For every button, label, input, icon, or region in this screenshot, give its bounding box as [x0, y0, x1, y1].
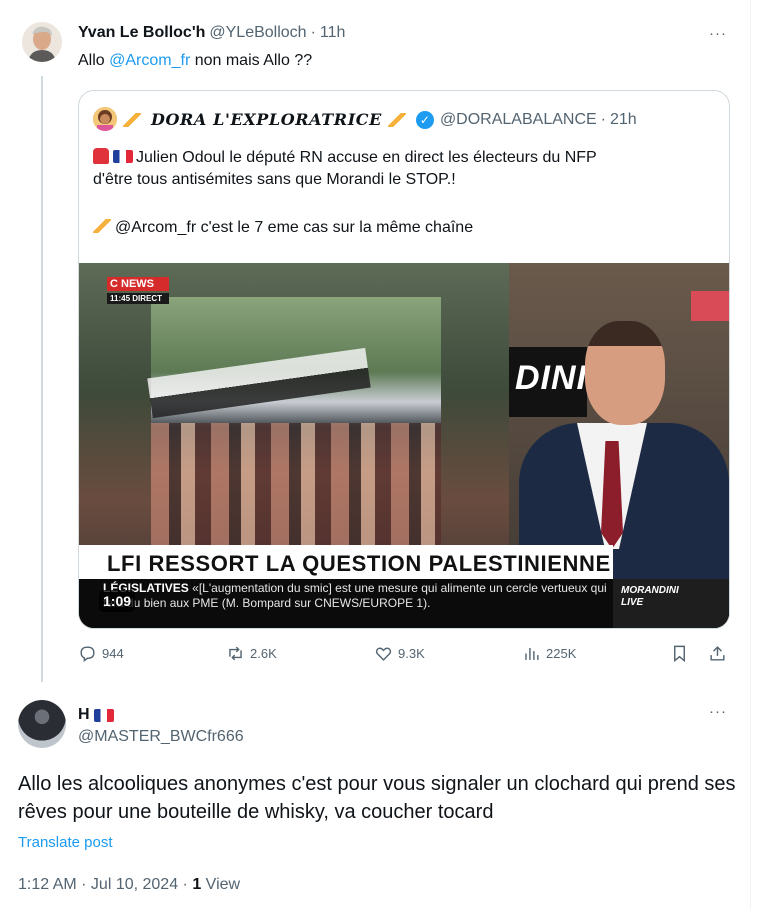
- mention-link[interactable]: @Arcom_fr: [109, 52, 190, 69]
- quote-line-3: @Arcom_fr c'est le 7 eme cas sur la même…: [93, 219, 473, 237]
- bar-chart-icon: [525, 647, 539, 660]
- show-title: MORANDINI: [621, 585, 679, 596]
- quote-line-3-text: @Arcom_fr c'est le 7 eme cas sur la même…: [115, 219, 474, 236]
- quote-line-1-text: Julien Odoul le député RN accuse en dire…: [136, 149, 597, 166]
- share-button[interactable]: [708, 644, 732, 663]
- verified-badge-icon: ✓: [415, 110, 434, 129]
- bookmark-icon: [674, 645, 685, 663]
- siren-icon: [93, 148, 109, 164]
- reply-views-label: View: [201, 876, 241, 893]
- writing-hand-icon: [93, 219, 111, 233]
- share-icon: [710, 646, 725, 661]
- quote-line-2: d'être tous antisémites sans que Morandi…: [93, 171, 456, 188]
- more-options-icon[interactable]: ···: [706, 26, 730, 46]
- video-player[interactable]: DINI C NEWS 11:45 DIRECT LFI RESSORT LA …: [79, 263, 729, 628]
- reply-author-handle[interactable]: @MASTER_BWCfr666: [78, 728, 244, 746]
- repost-arrows-icon: [229, 646, 242, 661]
- channel-logo: C NEWS: [107, 277, 169, 291]
- video-headline: LFI RESSORT LA QUESTION PALESTINIENNE: [107, 551, 611, 576]
- views-count: 225K: [546, 646, 577, 661]
- quote-avatar[interactable]: [93, 107, 117, 131]
- bookmark-button[interactable]: [670, 644, 694, 663]
- quote-header: DORA L'EXPLORATRICE ✓ @DORALABALANCE · 2…: [123, 110, 637, 129]
- video-crowd: [151, 423, 441, 547]
- views-button[interactable]: 225K: [522, 644, 576, 663]
- quote-author-handle[interactable]: @DORALABALANCE: [440, 111, 597, 129]
- reply-tweet[interactable]: H ··· @MASTER_BWCfr666 Allo les alcooliq…: [0, 690, 750, 909]
- repost-button[interactable]: 2.6K: [226, 644, 277, 663]
- quote-line-1: Julien Odoul le député RN accuse en dire…: [93, 147, 597, 169]
- show-subtitle: LIVE: [621, 597, 644, 608]
- video-duration: 1:09: [99, 590, 136, 612]
- quoted-tweet[interactable]: DORA L'EXPLORATRICE ✓ @DORALABALANCE · 2…: [78, 90, 730, 629]
- tweet-text-suffix: non mais Allo ??: [190, 52, 313, 69]
- separator: ·: [600, 110, 606, 128]
- quote-author-name[interactable]: DORA L'EXPLORATRICE: [151, 110, 382, 129]
- more-options-icon[interactable]: ···: [706, 704, 730, 724]
- action-bar: 944 2.6K 9.3K 225K: [78, 644, 730, 670]
- reply-author-name[interactable]: H: [78, 706, 90, 724]
- video-screen-text: DINI: [515, 359, 587, 397]
- speech-bubble-icon: [80, 646, 95, 663]
- thread-line: [41, 76, 43, 682]
- tweet-header: Yvan Le Bolloc'h @YLeBolloch · 11h: [78, 24, 345, 42]
- quote-time[interactable]: 21h: [610, 111, 637, 129]
- channel-clock: 11:45 DIRECT: [107, 293, 169, 304]
- reply-time[interactable]: 1:12 AM · Jul 10, 2024 ·: [18, 876, 192, 893]
- tweet-text-prefix: Allo: [78, 52, 110, 69]
- video-presenter-head: [585, 321, 665, 425]
- avatar[interactable]: [22, 22, 62, 62]
- pencil-icon: [123, 112, 141, 127]
- repost-count: 2.6K: [250, 646, 277, 661]
- tweet[interactable]: Yvan Le Bolloc'h @YLeBolloch · 11h ··· A…: [0, 0, 750, 690]
- like-button[interactable]: 9.3K: [374, 644, 425, 663]
- quote-text: Julien Odoul le député RN accuse en dire…: [93, 147, 597, 191]
- video-studio-light: [691, 291, 729, 321]
- pencil-icon: [387, 112, 406, 127]
- video-ticker: LÉGISLATIVES «[L'augmentation du smic] e…: [103, 581, 613, 611]
- heart-icon: [375, 647, 392, 661]
- reply-text: Allo les alcooliques anonymes c'est pour…: [18, 773, 736, 823]
- author-name[interactable]: Yvan Le Bolloc'h: [78, 24, 205, 42]
- video-show-name: MORANDINI LIVE: [621, 585, 679, 609]
- like-count: 9.3K: [398, 646, 425, 661]
- reply-count: 944: [102, 646, 124, 661]
- tweet-text: Allo @Arcom_fr non mais Allo ??: [78, 52, 312, 70]
- timeline-border: [750, 0, 751, 909]
- separator: ·: [310, 24, 316, 41]
- french-flag-icon: [93, 708, 114, 722]
- avatar[interactable]: [18, 700, 66, 748]
- reply-timestamp: 1:12 AM · Jul 10, 2024 · 1 View: [18, 876, 240, 894]
- author-handle[interactable]: @YLeBolloch: [209, 24, 306, 42]
- french-flag-icon: [113, 150, 133, 163]
- reply-button[interactable]: 944: [78, 644, 124, 663]
- reply-views-count: 1: [192, 876, 202, 893]
- translate-post-link[interactable]: Translate post: [18, 834, 113, 851]
- tweet-time[interactable]: 11h: [320, 24, 346, 42]
- reply-header: H: [78, 706, 117, 724]
